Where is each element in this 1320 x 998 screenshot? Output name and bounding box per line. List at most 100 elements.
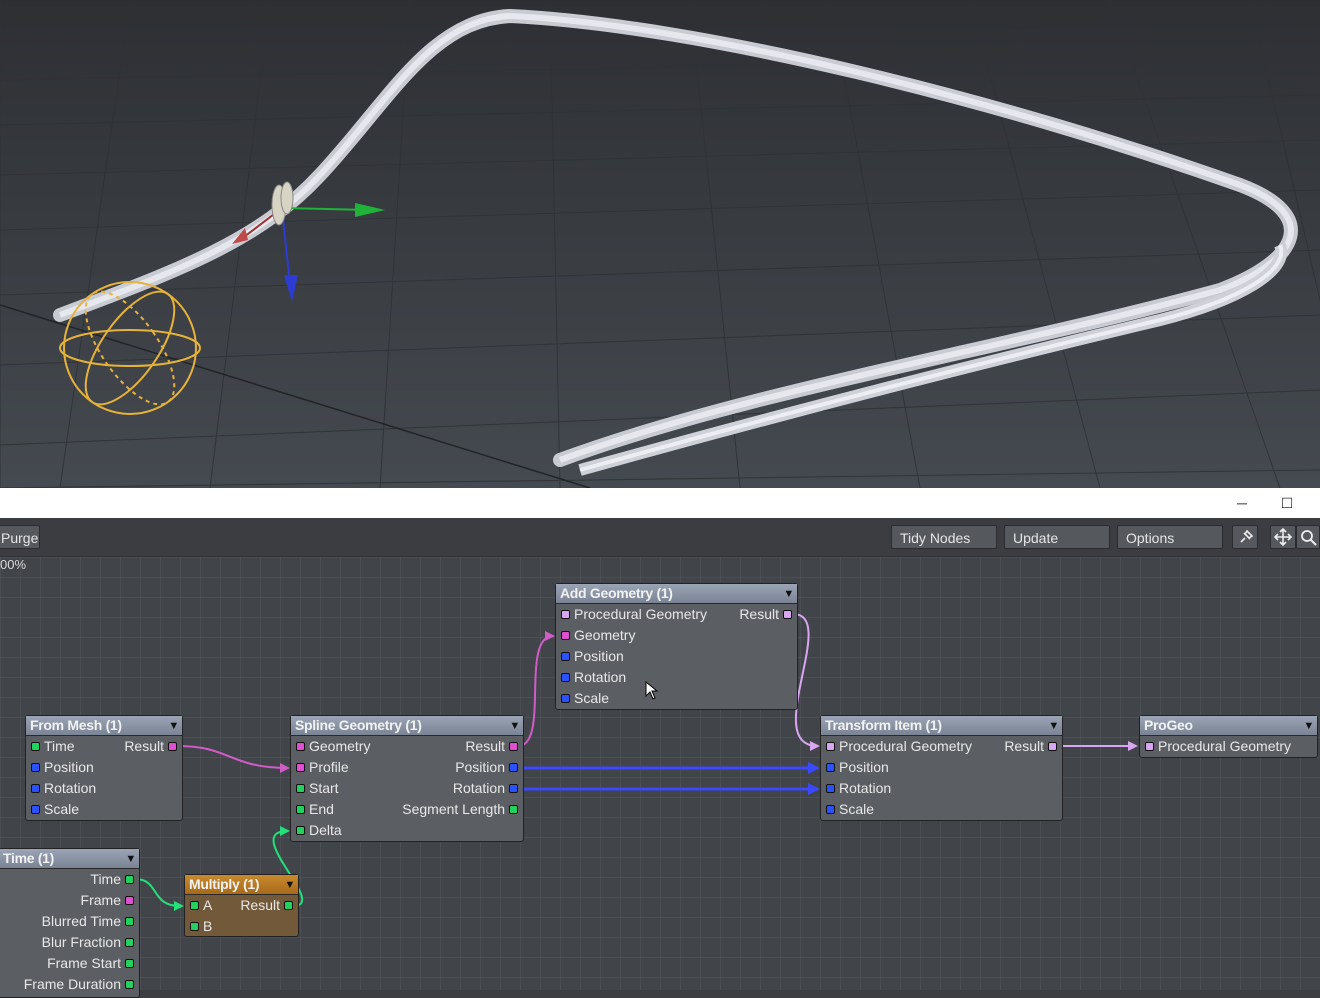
port-output[interactable]	[125, 875, 134, 884]
port-input[interactable]	[296, 805, 305, 814]
port-input[interactable]	[561, 610, 570, 619]
port-row[interactable]: Time Result	[26, 736, 182, 757]
port-input[interactable]	[826, 763, 835, 772]
port-row[interactable]: Blurred Time	[0, 911, 139, 932]
node-title: Time (1)	[3, 850, 55, 866]
node-time[interactable]: Time (1) ▼ Time Frame Blurred Time Blur F…	[0, 848, 140, 998]
port-input[interactable]	[826, 742, 835, 751]
port-label: Blur Fraction	[41, 934, 121, 950]
port-output[interactable]	[509, 763, 518, 772]
port-row[interactable]: B	[185, 916, 298, 937]
port-row[interactable]: Geometry Result	[291, 736, 523, 757]
chevron-down-icon[interactable]: ▼	[125, 850, 136, 869]
port-label: Scale	[574, 690, 610, 706]
port-row[interactable]: Procedural Geometry Result	[821, 736, 1062, 757]
port-row[interactable]: Profile Position	[291, 757, 523, 778]
chevron-down-icon[interactable]: ▼	[284, 876, 295, 895]
chevron-down-icon[interactable]: ▼	[1303, 717, 1314, 736]
port-output[interactable]	[125, 896, 134, 905]
maximize-button[interactable]: ☐	[1277, 494, 1297, 512]
update-button[interactable]: Update	[1004, 525, 1110, 549]
port-input[interactable]	[561, 652, 570, 661]
chevron-down-icon[interactable]: ▼	[1048, 717, 1059, 736]
port-input[interactable]	[561, 673, 570, 682]
port-row[interactable]: Scale	[821, 799, 1062, 820]
port-input[interactable]	[296, 826, 305, 835]
port-input[interactable]	[826, 805, 835, 814]
port-input[interactable]	[31, 742, 40, 751]
port-input[interactable]	[31, 763, 40, 772]
minimize-button[interactable]: ─	[1232, 494, 1252, 512]
port-input[interactable]	[190, 901, 199, 910]
port-input[interactable]	[561, 631, 570, 640]
port-label: Segment Length	[402, 801, 505, 817]
node-header: Time (1) ▼	[0, 849, 139, 869]
port-input[interactable]	[31, 805, 40, 814]
port-row[interactable]: Scale	[556, 688, 797, 709]
port-row[interactable]: A Result	[185, 895, 298, 916]
port-output[interactable]	[125, 938, 134, 947]
port-row[interactable]: Delta	[291, 820, 523, 841]
port-input[interactable]	[31, 784, 40, 793]
port-row[interactable]: Time	[0, 869, 139, 890]
port-row[interactable]: Geometry	[556, 625, 797, 646]
node-progeo[interactable]: ProGeo ▼ Procedural Geometry	[1139, 715, 1318, 758]
port-row[interactable]: Rotation	[821, 778, 1062, 799]
port-row[interactable]: Rotation	[556, 667, 797, 688]
port-output[interactable]	[1048, 742, 1057, 751]
port-row[interactable]: Procedural Geometry	[1140, 736, 1317, 757]
port-output[interactable]	[284, 901, 293, 910]
purge-button[interactable]: Purge	[0, 525, 40, 549]
node-title: Multiply (1)	[189, 876, 260, 892]
port-row[interactable]: Scale	[26, 799, 182, 820]
node-from-mesh[interactable]: From Mesh (1) ▼ Time Result Position Rotat…	[25, 715, 183, 821]
port-row[interactable]: Procedural Geometry Result	[556, 604, 797, 625]
port-row[interactable]: End Segment Length	[291, 799, 523, 820]
chevron-down-icon[interactable]: ▼	[783, 585, 794, 604]
port-input[interactable]	[561, 694, 570, 703]
tidy-nodes-button[interactable]: Tidy Nodes	[891, 525, 997, 549]
port-row[interactable]: Position	[821, 757, 1062, 778]
chevron-down-icon[interactable]: ▼	[509, 717, 520, 736]
port-output[interactable]	[168, 742, 177, 751]
port-input[interactable]	[190, 922, 199, 931]
pin-button[interactable]	[1232, 525, 1258, 549]
node-title: Add Geometry (1)	[560, 585, 673, 601]
port-row[interactable]: Blur Fraction	[0, 932, 139, 953]
port-input[interactable]	[1145, 742, 1154, 751]
port-output[interactable]	[509, 805, 518, 814]
port-row[interactable]: Rotation	[26, 778, 182, 799]
port-label: Frame Start	[47, 955, 121, 971]
port-row[interactable]: Frame Duration	[0, 974, 139, 995]
port-row[interactable]: Position	[556, 646, 797, 667]
port-row[interactable]: Start Rotation	[291, 778, 523, 799]
node-multiply[interactable]: Multiply (1) ▼ A Result B	[184, 874, 299, 937]
port-row[interactable]: Position	[26, 757, 182, 778]
port-output[interactable]	[125, 980, 134, 989]
chevron-down-icon[interactable]: ▼	[168, 717, 179, 736]
port-input[interactable]	[826, 784, 835, 793]
port-input[interactable]	[296, 784, 305, 793]
node-spline-geometry[interactable]: Spline Geometry (1) ▼ Geometry Result Prof…	[290, 715, 524, 842]
node-add-geometry[interactable]: Add Geometry (1) ▼ Procedural Geometry Res…	[555, 583, 798, 710]
move-button[interactable]	[1270, 525, 1296, 549]
port-output[interactable]	[125, 959, 134, 968]
search-button[interactable]	[1296, 525, 1320, 549]
port-row[interactable]: Frame Start	[0, 953, 139, 974]
port-input[interactable]	[296, 742, 305, 751]
port-output[interactable]	[125, 917, 134, 926]
port-output[interactable]	[509, 784, 518, 793]
port-output[interactable]	[509, 742, 518, 751]
port-label: End	[309, 801, 334, 817]
3d-viewport[interactable]	[0, 0, 1320, 488]
port-output[interactable]	[783, 610, 792, 619]
port-label: Rotation	[574, 669, 627, 685]
node-transform-item[interactable]: Transform Item (1) ▼ Procedural Geometry R…	[820, 715, 1063, 821]
port-input[interactable]	[296, 763, 305, 772]
zoom-level: 00%	[0, 557, 27, 572]
port-row[interactable]: Frame	[0, 890, 139, 911]
null-sphere[interactable]	[59, 278, 201, 418]
options-button[interactable]: Options	[1117, 525, 1223, 549]
move-icon	[1273, 527, 1293, 547]
spline-ribbon[interactable]	[53, 8, 1298, 476]
